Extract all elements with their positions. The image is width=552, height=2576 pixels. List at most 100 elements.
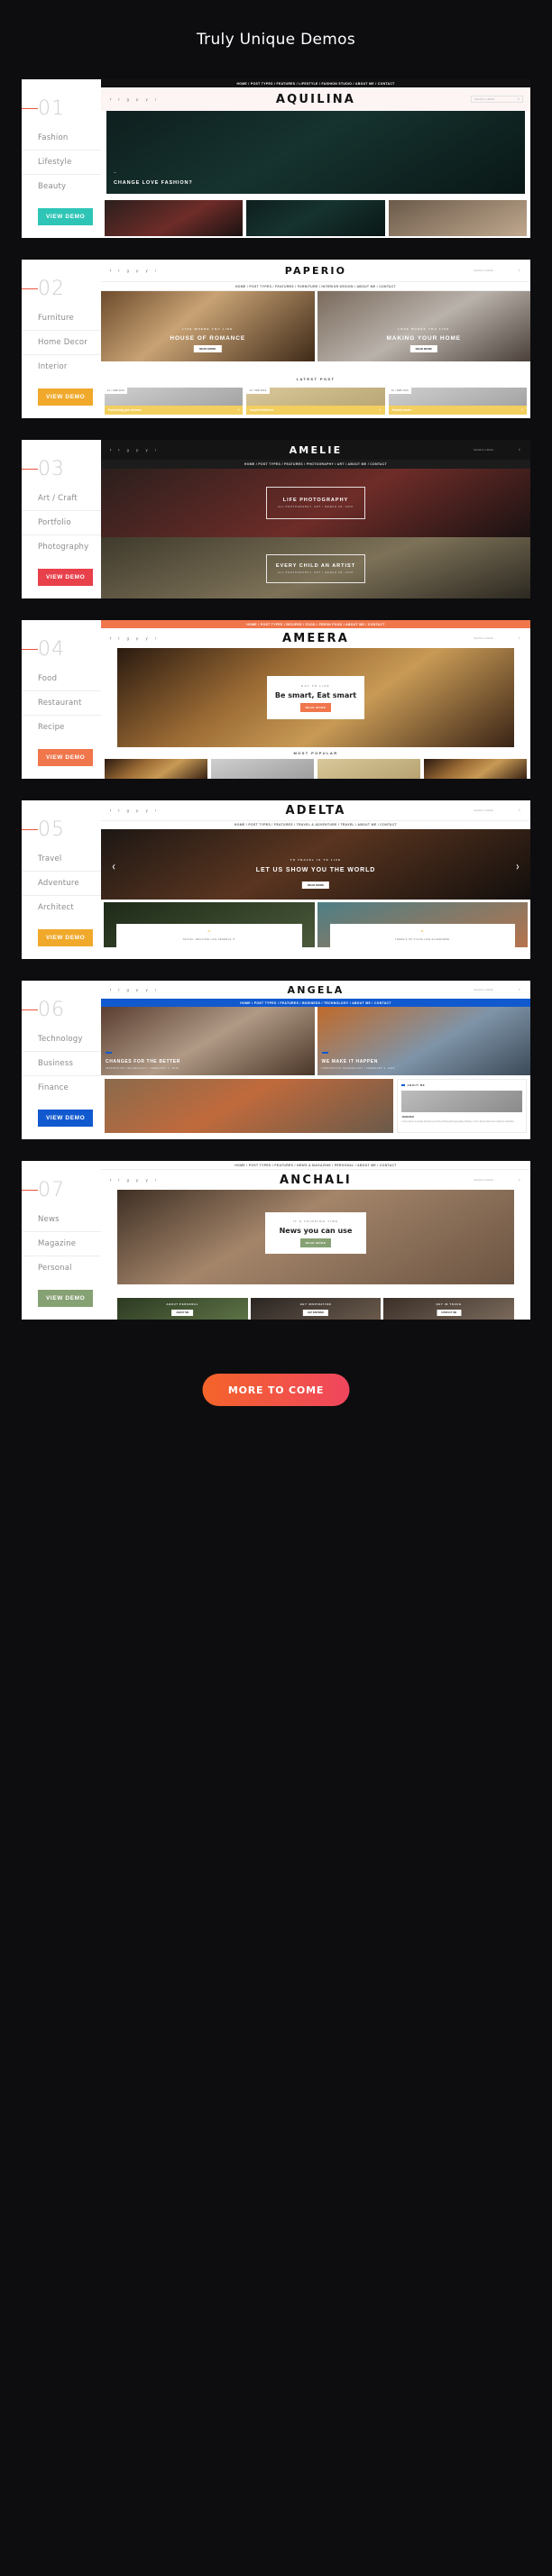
demo-preview-5[interactable]: f t g p y i ADELTA SEARCH HERE... ⚲ HOME… <box>101 800 530 959</box>
featured-post[interactable]: WE MAKE IT HAPPEN INSPIRATION TECHNOLOGY… <box>317 1007 530 1075</box>
view-demo-button[interactable]: VIEW DEMO <box>38 1110 94 1127</box>
hero-image[interactable]: IT'S THINKING TIME News you can use READ… <box>117 1190 514 1284</box>
more-to-come-button[interactable]: MORE TO COME <box>202 1374 350 1406</box>
site-nav-bar[interactable]: HOME / POST TYPES / FEATURES / LIFESTYLE… <box>101 79 530 87</box>
tile-row[interactable]: ABOUT PERSONAL ABOUT ME GET INSPIRATION … <box>101 1298 530 1320</box>
popular-row[interactable] <box>101 759 530 779</box>
search-icon[interactable]: ⚲ <box>519 448 520 452</box>
popular-thumb[interactable] <box>317 759 420 779</box>
demo-tag[interactable]: Beauty <box>22 175 101 198</box>
hero-callout-card[interactable]: EAT TO LIVE Be smart, Eat smart READ MOR… <box>267 676 364 719</box>
search-input[interactable]: SEARCH HERE... ⚲ <box>471 96 523 103</box>
demo-tag[interactable]: Personal <box>22 1256 101 1280</box>
site-nav-bar[interactable]: HOME / POST TYPES / FEATURES / BUSINESS … <box>101 999 530 1007</box>
demo-tag[interactable]: Recipe <box>22 716 101 739</box>
thumbnail[interactable] <box>105 200 244 236</box>
demo-tag[interactable]: Fashion <box>22 126 101 151</box>
demo-preview-7[interactable]: HOME / POST TYPES / FEATURES / NEWS & MA… <box>101 1161 530 1320</box>
social-icons[interactable]: f t g p y i <box>110 448 158 452</box>
latest-post-row[interactable]: 12 / FEB 2016 Furnishing your dreams + 12… <box>101 388 530 415</box>
search-icon[interactable]: ⚲ <box>519 808 520 812</box>
site-nav-links[interactable]: HOME / POST TYPES / FEATURES / LIFESTYLE… <box>236 82 394 86</box>
site-nav-bar[interactable]: HOME / POST TYPES / FEATURES / NEWS & MA… <box>101 1161 530 1170</box>
demo-tag[interactable]: Portfolio <box>22 511 101 535</box>
demo-tag[interactable]: Business <box>22 1052 101 1076</box>
demo-preview-3[interactable]: f t g p y i AMELIE SEARCH HERE... ⚲ HOME… <box>101 440 530 598</box>
search-input[interactable]: SEARCH HERE... ⚲ <box>471 267 523 274</box>
social-icons[interactable]: f t g p y i <box>110 269 158 273</box>
plus-icon[interactable]: + <box>237 408 239 412</box>
tile-button[interactable]: CONTACT ME <box>437 1310 462 1316</box>
demo-tag[interactable]: Travel <box>22 847 101 872</box>
site-nav-bar[interactable]: HOME / POST TYPES / FEATURES / TRAVEL & … <box>101 820 530 829</box>
search-input[interactable]: SEARCH HERE... ⚲ <box>471 446 523 453</box>
social-icons[interactable]: f t g p y i <box>110 636 158 641</box>
demo-tag[interactable]: Restaurant <box>22 691 101 716</box>
article-image[interactable] <box>105 1079 394 1133</box>
view-demo-button[interactable]: VIEW DEMO <box>38 929 94 946</box>
demo-card-6[interactable]: 06 Technology Business Finance VIEW DEMO… <box>22 981 530 1139</box>
demo-card-4[interactable]: 04 Food Restaurant Recipe VIEW DEMO HOME… <box>22 620 530 779</box>
featured-post[interactable]: CHANGES FOR THE BETTER INSPIRATION TECHN… <box>101 1007 315 1075</box>
demo-preview-1[interactable]: HOME / POST TYPES / FEATURES / LIFESTYLE… <box>101 79 530 238</box>
read-more-button[interactable]: READ MORE <box>409 345 437 352</box>
social-icons[interactable]: f t g p y i <box>110 988 158 992</box>
popular-thumb[interactable] <box>424 759 527 779</box>
hero-slide-1[interactable]: LIFE PHOTOGRAPHY ALL PHOTOGRAPHY, ART / … <box>101 469 530 537</box>
search-input[interactable]: SEARCH HERE... ⚲ <box>471 807 523 814</box>
read-more-button[interactable]: READ MORE <box>299 1238 332 1247</box>
hero-callout-card[interactable]: IT'S THINKING TIME News you can use READ… <box>265 1212 366 1255</box>
view-demo-button[interactable]: VIEW DEMO <box>38 208 94 225</box>
site-nav-links[interactable]: HOME / POST TYPES / FEATURES / BUSINESS … <box>240 1001 391 1005</box>
plus-icon[interactable]: + <box>521 408 523 412</box>
popular-thumb[interactable] <box>211 759 314 779</box>
tile-button[interactable]: GET INSPIRED <box>302 1310 329 1316</box>
demo-card-5[interactable]: 05 Travel Adventure Architect VIEW DEMO … <box>22 800 530 959</box>
social-icons[interactable]: f t g p y i <box>110 1178 158 1183</box>
search-input[interactable]: SEARCH HERE... ⚲ <box>471 635 523 642</box>
search-icon[interactable]: ⚲ <box>519 988 520 991</box>
read-more-button[interactable]: READ MORE <box>299 702 332 712</box>
demo-card-1[interactable]: 01 Fashion Lifestyle Beauty VIEW DEMO HO… <box>22 79 530 238</box>
demo-tag[interactable]: Home Decor <box>22 331 101 355</box>
carousel-prev-icon[interactable]: ❮ <box>112 864 115 870</box>
demo-preview-2[interactable]: f t g p y i PAPERIO SEARCH HERE... ⚲ HOM… <box>101 260 530 418</box>
search-input[interactable]: SEARCH HERE... ⚲ <box>471 1176 523 1183</box>
demo-preview-6[interactable]: f t g p y i ANGELA SEARCH HERE... ⚲ HOME… <box>101 981 530 1139</box>
hero-image[interactable]: EAT TO LIVE Be smart, Eat smart READ MOR… <box>117 648 514 747</box>
search-icon[interactable]: ⚲ <box>519 1178 520 1182</box>
demo-tag[interactable]: Magazine <box>22 1232 101 1256</box>
demo-tag[interactable]: Interior <box>22 355 101 379</box>
hero-right[interactable]: LOVE MAKES YOU LIVE MAKING YOUR HOME REA… <box>317 291 530 361</box>
view-demo-button[interactable]: VIEW DEMO <box>38 569 94 586</box>
thumbnail[interactable] <box>388 200 527 236</box>
popular-thumb[interactable] <box>105 759 207 779</box>
site-nav-bar[interactable]: HOME / POST TYPES / FEATURES / PHOTOGRAP… <box>101 460 530 469</box>
hero-slide-2[interactable]: EVERY CHILD AN ARTIST ALL PHOTOGRAPHY, A… <box>101 537 530 598</box>
demo-card-7[interactable]: 07 News Magazine Personal VIEW DEMO HOME… <box>22 1161 530 1320</box>
demo-preview-4[interactable]: HOME / POST TYPES / RECIPES / FOOD / FRE… <box>101 620 530 779</box>
carousel-next-icon[interactable]: ❯ <box>516 864 520 870</box>
site-nav-links[interactable]: HOME / POST TYPES / FEATURES / TRAVEL & … <box>235 823 397 827</box>
demo-card-3[interactable]: 03 Art / Craft Portfolio Photography VIE… <box>22 440 530 598</box>
tile[interactable]: ABOUT PERSONAL ABOUT ME <box>117 1298 248 1320</box>
demo-tag[interactable]: Finance <box>22 1076 101 1100</box>
site-nav-links[interactable]: HOME / POST TYPES / FEATURES / NEWS & MA… <box>235 1164 396 1167</box>
demo-tag[interactable]: Photography <box>22 535 101 559</box>
demo-tag[interactable]: Architect <box>22 896 101 919</box>
quote-card[interactable]: “ THERE'S NO PLACE LIKE ELSEWHERE <box>317 902 528 947</box>
post-card[interactable]: 12 / FEB 2016 Homely haven + <box>388 388 527 415</box>
demo-tag[interactable]: Technology <box>22 1028 101 1052</box>
site-nav-links[interactable]: HOME / POST TYPES / FEATURES / PHOTOGRAP… <box>244 462 387 466</box>
demo-card-2[interactable]: 02 Furniture Home Decor Interior VIEW DE… <box>22 260 530 418</box>
hero-image[interactable]: TO TRAVEL IS TO LIVE LET US SHOW YOU THE… <box>101 829 530 900</box>
demo-tag[interactable]: Art / Craft <box>22 487 101 511</box>
tile[interactable]: GET INSPIRATION GET INSPIRED <box>250 1298 382 1320</box>
hero-image[interactable]: — CHANGE LOVE FASHION? <box>106 111 525 194</box>
thumbnail[interactable] <box>246 200 385 236</box>
search-icon[interactable]: ⚲ <box>518 97 520 101</box>
view-demo-button[interactable]: VIEW DEMO <box>38 388 94 406</box>
demo-tag[interactable]: Furniture <box>22 306 101 331</box>
tile[interactable]: GET IN TOUCH CONTACT ME <box>383 1298 515 1320</box>
site-nav-bar[interactable]: HOME / POST TYPES / FEATURES / FURNITURE… <box>101 281 530 291</box>
